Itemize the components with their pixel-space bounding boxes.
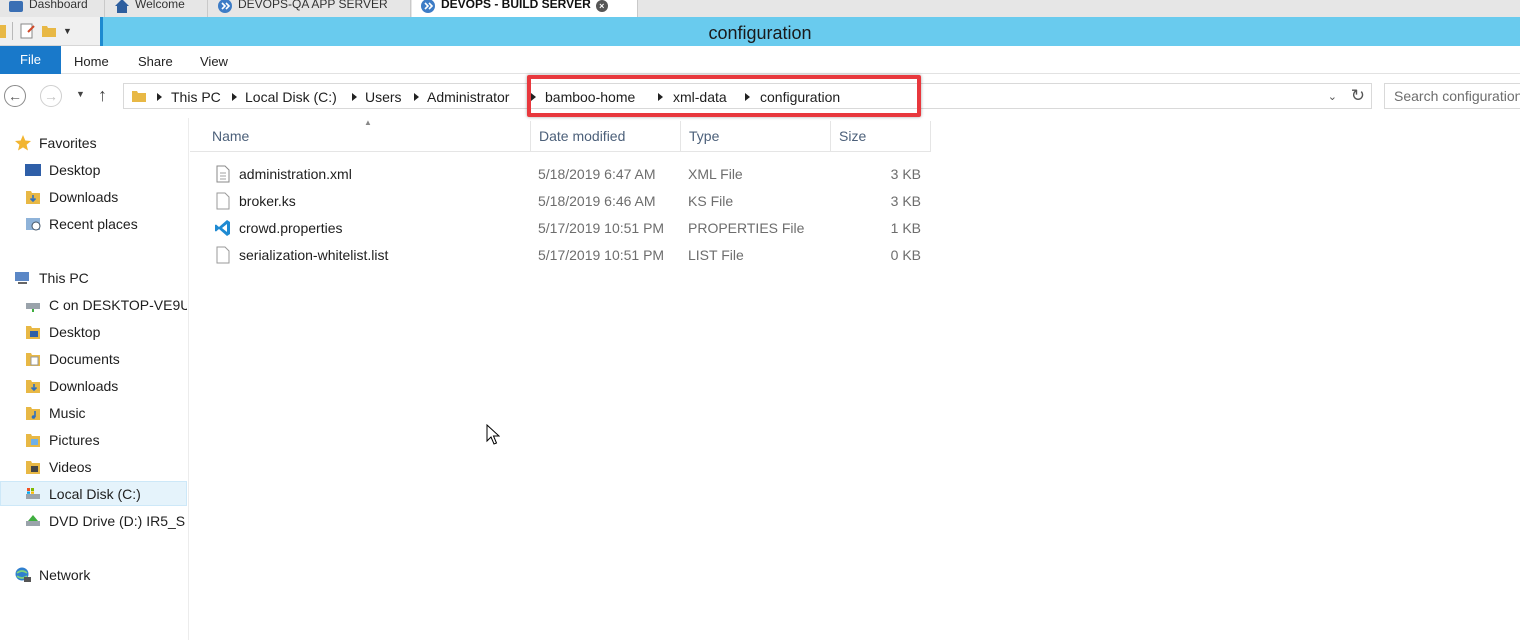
back-button[interactable]: ← <box>4 85 26 107</box>
folder-icon <box>26 325 40 339</box>
sidebar-item-pc-desktop[interactable]: Desktop <box>0 319 187 344</box>
downloads-folder-icon <box>26 379 40 393</box>
arrow-right-icon: → <box>44 88 58 104</box>
file-type: KS File <box>688 193 734 209</box>
sidebar-item-pictures[interactable]: Pictures <box>0 427 187 452</box>
table-row[interactable]: broker.ks 5/18/2019 6:46 AM KS File 3 KB <box>190 188 931 215</box>
file-date: 5/18/2019 6:47 AM <box>538 166 656 182</box>
file-name: serialization-whitelist.list <box>239 247 389 263</box>
file-date: 5/17/2019 10:51 PM <box>538 247 665 263</box>
tab-devops-qa-app-server[interactable]: DEVOPS-QA APP SERVER <box>209 0 411 17</box>
music-folder-icon <box>26 406 40 420</box>
sidebar-item-local-disk[interactable]: Local Disk (C:) <box>0 481 187 506</box>
sidebar-item-dvd-drive[interactable]: DVD Drive (D:) IR5_S <box>0 508 187 533</box>
up-arrow-icon[interactable]: ↑ <box>98 85 107 106</box>
documents-folder-icon <box>26 352 40 366</box>
file-icon <box>216 192 230 210</box>
sidebar-item-videos[interactable]: Videos <box>0 454 187 479</box>
sidebar-item-this-pc[interactable]: This PC <box>0 265 187 290</box>
remote-desktop-icon <box>218 0 232 13</box>
tab-file[interactable]: File <box>0 46 61 74</box>
dashboard-icon <box>9 0 23 12</box>
vscode-icon <box>215 220 230 236</box>
refresh-icon[interactable]: ↻ <box>1351 86 1365 106</box>
file-size: 3 KB <box>890 166 921 182</box>
local-disk-icon <box>26 487 40 499</box>
column-header-date[interactable]: Date modified <box>531 121 681 152</box>
desktop-icon <box>25 163 41 176</box>
recent-places-icon <box>26 217 41 230</box>
breadcrumb-this-pc[interactable]: This PC <box>171 89 221 105</box>
ribbon-tabs: File Home Share View <box>0 46 1520 74</box>
videos-folder-icon <box>26 460 40 474</box>
breadcrumb-chevron-icon[interactable] <box>157 93 162 101</box>
annotation-highlight-box <box>527 75 921 117</box>
star-icon <box>15 134 31 150</box>
table-row[interactable]: crowd.properties 5/17/2019 10:51 PM PROP… <box>190 215 931 242</box>
tab-share[interactable]: Share <box>138 54 173 69</box>
table-row[interactable]: administration.xml 5/18/2019 6:47 AM XML… <box>190 161 931 188</box>
sidebar-item-downloads[interactable]: Downloads <box>0 184 187 209</box>
recent-locations-chevron-down-icon[interactable]: ▼ <box>76 89 85 99</box>
file-name: crowd.properties <box>239 220 343 236</box>
sidebar-item-documents[interactable]: Documents <box>0 346 187 371</box>
file-type: LIST File <box>688 247 744 263</box>
tab-view[interactable]: View <box>200 54 228 69</box>
network-icon <box>15 567 31 582</box>
folder-icon <box>132 91 146 102</box>
tab-devops-build-server[interactable]: DEVOPS - BUILD SERVER × <box>412 0 638 17</box>
tab-welcome[interactable]: Welcome <box>106 0 208 17</box>
file-name: administration.xml <box>239 166 352 182</box>
remote-desktop-icon <box>421 0 435 13</box>
search-input[interactable]: Search configuration <box>1384 83 1520 109</box>
dvd-drive-icon <box>26 514 40 526</box>
breadcrumb-administrator[interactable]: Administrator <box>427 89 509 105</box>
sidebar-item-pc-downloads[interactable]: Downloads <box>0 373 187 398</box>
browser-tab-strip: Dashboard Welcome DEVOPS-QA APP SERVER D… <box>0 0 1520 17</box>
column-header-type[interactable]: Type <box>681 121 831 152</box>
title-bar: ▼ configuration <box>0 17 1520 46</box>
file-type: PROPERTIES File <box>688 220 805 236</box>
sidebar-item-network-drive[interactable]: C on DESKTOP-VE9U <box>0 292 187 317</box>
window-title: configuration <box>708 23 812 43</box>
file-date: 5/18/2019 6:46 AM <box>538 193 656 209</box>
file-name: broker.ks <box>239 193 296 209</box>
sidebar-item-favorites[interactable]: Favorites <box>0 130 187 155</box>
file-size: 3 KB <box>890 193 921 209</box>
address-history-chevron-down-icon[interactable]: ⌄ <box>1328 90 1337 103</box>
sidebar-item-network[interactable]: Network <box>0 562 187 587</box>
breadcrumb-chevron-icon[interactable] <box>352 93 357 101</box>
column-header-name[interactable]: Name <box>190 121 531 152</box>
file-size: 1 KB <box>890 220 921 236</box>
sidebar-item-recent-places[interactable]: Recent places <box>0 211 187 236</box>
breadcrumb-users[interactable]: Users <box>365 89 402 105</box>
navigation-pane: Favorites Desktop Downloads Recent place… <box>0 118 189 640</box>
column-header-size[interactable]: Size <box>831 121 931 152</box>
xml-file-icon <box>216 165 230 183</box>
tab-home[interactable]: Home <box>74 54 109 69</box>
tab-dashboard[interactable]: Dashboard <box>0 0 105 17</box>
computer-icon <box>15 271 29 284</box>
arrow-left-icon: ← <box>8 88 22 104</box>
file-date: 5/17/2019 10:51 PM <box>538 220 665 236</box>
file-list-header: ▲ Name Date modified Type Size <box>190 118 931 152</box>
network-drive-icon <box>26 302 40 312</box>
breadcrumb-chevron-icon[interactable] <box>414 93 419 101</box>
close-icon[interactable]: × <box>595 0 608 12</box>
home-icon <box>115 0 129 13</box>
table-row[interactable]: serialization-whitelist.list 5/17/2019 1… <box>190 242 931 269</box>
file-icon <box>216 246 230 264</box>
file-size: 0 KB <box>890 247 921 263</box>
breadcrumb-chevron-icon[interactable] <box>232 93 237 101</box>
sidebar-item-music[interactable]: Music <box>0 400 187 425</box>
file-type: XML File <box>688 166 743 182</box>
forward-button[interactable]: → <box>40 85 62 107</box>
sidebar-item-desktop[interactable]: Desktop <box>0 157 187 182</box>
mouse-cursor-icon <box>486 424 500 445</box>
pictures-folder-icon <box>26 433 40 447</box>
breadcrumb-local-disk[interactable]: Local Disk (C:) <box>245 89 337 105</box>
downloads-folder-icon <box>26 190 40 204</box>
